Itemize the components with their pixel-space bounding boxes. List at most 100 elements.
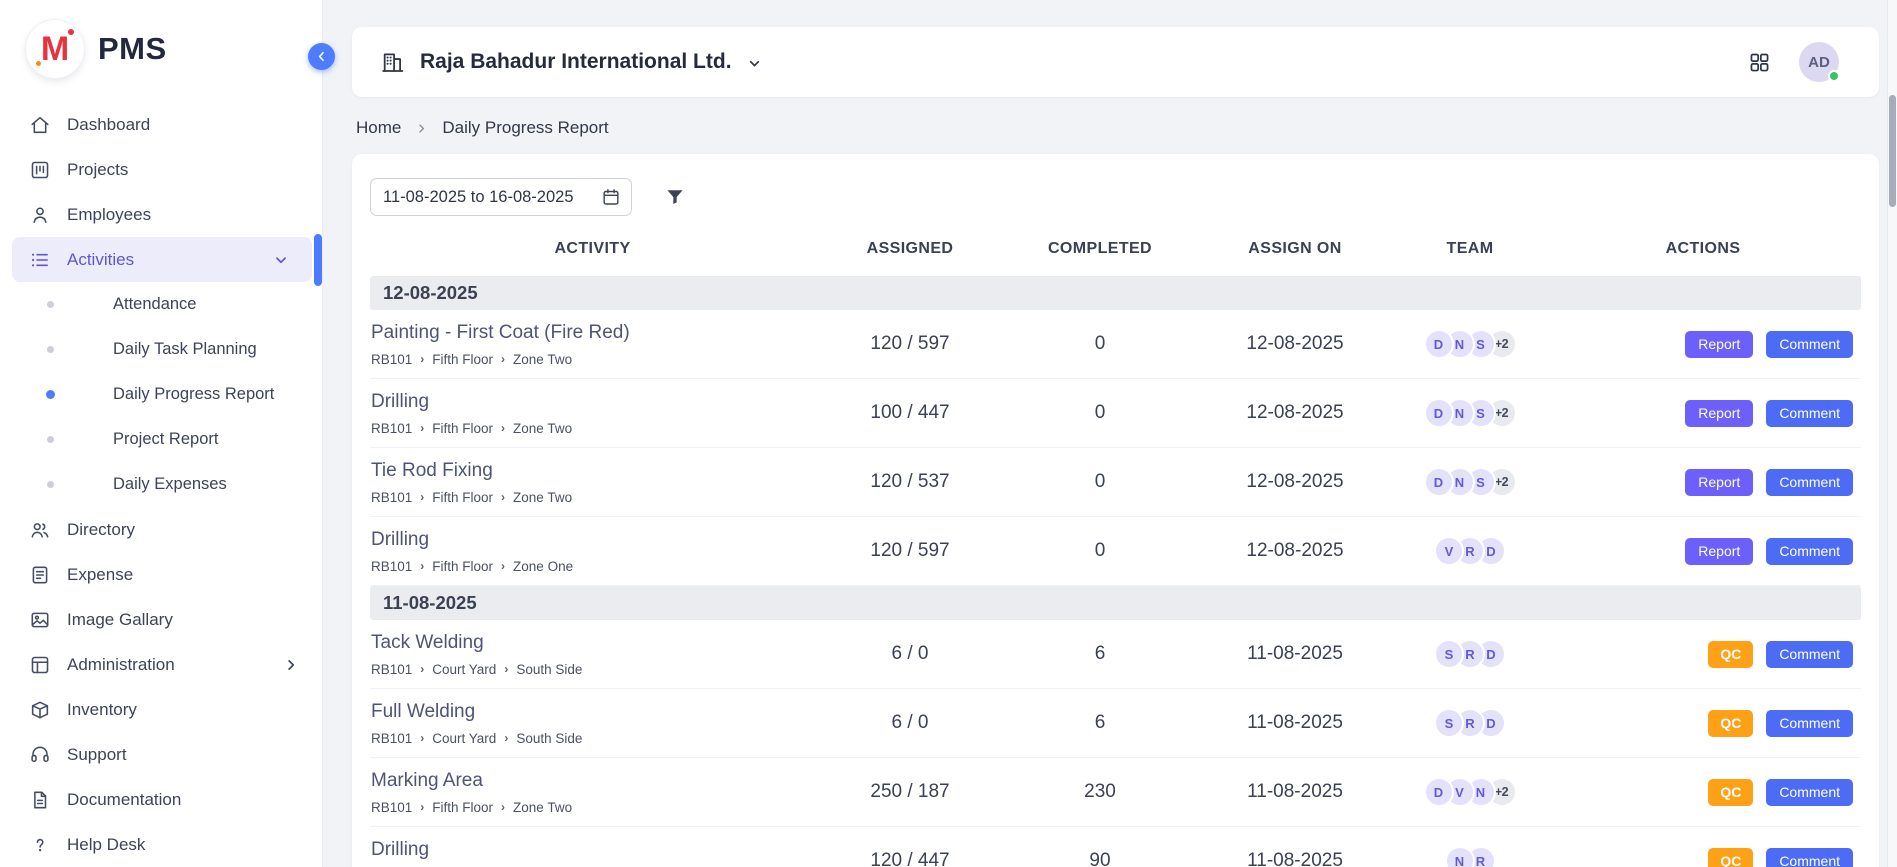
chevron-right-icon: ›: [420, 491, 424, 503]
qc-button[interactable]: QC: [1708, 779, 1753, 806]
team-avatar: N: [1445, 846, 1475, 867]
sidebar-item-expense[interactable]: Expense: [0, 552, 322, 597]
table-header: ACTIVITYASSIGNEDCOMPLETEDASSIGN ONTEAMAC…: [370, 232, 1861, 276]
scrollbar-thumb[interactable]: [1889, 95, 1896, 207]
sidebar-item-employees[interactable]: Employees: [0, 192, 322, 237]
row-actions: Report Comment: [1545, 538, 1861, 565]
location-path-part: RB101: [371, 559, 412, 574]
group-date-row: 12-08-2025: [370, 276, 1861, 310]
activity-location-path: RB101›Court Yard›South Side: [371, 731, 805, 746]
qc-button[interactable]: QC: [1708, 848, 1753, 867]
vertical-scrollbar[interactable]: [1887, 0, 1897, 867]
chevron-right-icon: ›: [420, 422, 424, 434]
qc-button[interactable]: QC: [1708, 710, 1753, 737]
chevron-right-icon: ›: [504, 663, 508, 675]
table-row: Full WeldingRB101›Court Yard›South Side6…: [370, 689, 1861, 758]
chevron-right-icon: [282, 656, 300, 674]
activity-location-path: RB101›Fifth Floor›Zone Two: [371, 352, 805, 367]
qc-button[interactable]: QC: [1708, 641, 1753, 668]
row-actions: QC Comment: [1545, 641, 1861, 668]
sidebar-subitem-daily-task-planning[interactable]: Daily Task Planning: [0, 327, 322, 372]
sidebar-item-inventory[interactable]: Inventory: [0, 687, 322, 732]
sidebar-item-activities[interactable]: Activities: [12, 237, 312, 282]
table-body: 12-08-2025Painting - First Coat (Fire Re…: [370, 276, 1861, 867]
sidebar-item-help-desk[interactable]: Help Desk: [0, 822, 322, 867]
table-row: Painting - First Coat (Fire Red)RB101›Fi…: [370, 310, 1861, 379]
activity-location-path: RB101›Fifth Floor›Zone Two: [371, 800, 805, 815]
chevron-down-icon: [272, 251, 290, 269]
location-path-part: RB101: [371, 662, 412, 677]
report-button[interactable]: Report: [1685, 538, 1753, 565]
location-path-part: Court Yard: [432, 662, 496, 677]
table-row: Tie Rod FixingRB101›Fifth Floor›Zone Two…: [370, 448, 1861, 517]
company-selector[interactable]: Raja Bahadur International Ltd.: [420, 50, 764, 74]
filter-icon[interactable]: [664, 186, 686, 208]
comment-button[interactable]: Comment: [1766, 469, 1853, 496]
comment-button[interactable]: Comment: [1766, 331, 1853, 358]
date-range-input[interactable]: 11-08-2025 to 16-08-2025: [370, 178, 632, 216]
breadcrumb-item[interactable]: Daily Progress Report: [442, 118, 608, 138]
assigned-value: 120 / 597: [815, 333, 1005, 355]
breadcrumb-item[interactable]: Home: [356, 118, 401, 138]
sidebar-subitem-attendance[interactable]: Attendance: [0, 282, 322, 327]
comment-button[interactable]: Comment: [1766, 641, 1853, 668]
assigned-value: 100 / 447: [815, 402, 1005, 424]
chevron-right-icon: ›: [420, 663, 424, 675]
team-avatars: SRD: [1395, 708, 1545, 738]
location-path-part: Zone Two: [513, 800, 572, 815]
location-path-part: Court Yard: [432, 731, 496, 746]
sidebar-item-image-gallary[interactable]: Image Gallary: [0, 597, 322, 642]
report-button[interactable]: Report: [1685, 469, 1753, 496]
logo-letter: M: [41, 30, 69, 69]
row-actions: QC Comment: [1545, 779, 1861, 806]
brand-logo[interactable]: M PMS: [0, 0, 322, 92]
location-path-part: Fifth Floor: [432, 490, 493, 505]
sidebar-item-directory[interactable]: Directory: [0, 507, 322, 552]
sidebar-item-support[interactable]: Support: [0, 732, 322, 777]
comment-button[interactable]: Comment: [1766, 710, 1853, 737]
apps-grid-icon[interactable]: [1748, 51, 1771, 74]
sidebar-subitem-daily-expenses[interactable]: Daily Expenses: [0, 462, 322, 507]
report-button[interactable]: Report: [1685, 331, 1753, 358]
sidebar-subitem-label: Daily Progress Report: [113, 385, 274, 404]
content-card: 11-08-2025 to 16-08-2025 ACTIVITYASSIGNE…: [352, 154, 1879, 867]
comment-button[interactable]: Comment: [1766, 779, 1853, 806]
employees-icon: [29, 204, 51, 226]
building-icon: [380, 50, 405, 75]
column-header-completed: COMPLETED: [1005, 240, 1195, 258]
team-avatars: NR: [1395, 846, 1545, 867]
team-avatar: D: [1424, 398, 1454, 428]
sidebar-subitem-daily-progress-report[interactable]: Daily Progress Report: [0, 372, 322, 417]
topbar-right: AD: [1748, 42, 1839, 82]
comment-button[interactable]: Comment: [1766, 538, 1853, 565]
report-button[interactable]: Report: [1685, 400, 1753, 427]
location-path-part: RB101: [371, 731, 412, 746]
sidebar-item-documentation[interactable]: Documentation: [0, 777, 322, 822]
table-row: Marking AreaRB101›Fifth Floor›Zone Two25…: [370, 758, 1861, 827]
comment-button[interactable]: Comment: [1766, 400, 1853, 427]
app-name: PMS: [98, 31, 167, 67]
activity-title: Drilling: [371, 839, 805, 861]
comment-button[interactable]: Comment: [1766, 848, 1853, 867]
location-path-part: South Side: [516, 731, 582, 746]
location-path-part: Fifth Floor: [432, 559, 493, 574]
chevron-right-icon: ›: [501, 801, 505, 813]
user-avatar[interactable]: AD: [1799, 42, 1839, 82]
sidebar-item-dashboard[interactable]: Dashboard: [0, 102, 322, 147]
row-actions: Report Comment: [1545, 331, 1861, 358]
team-avatars: DVN+2: [1395, 777, 1545, 807]
completed-value: 6: [1005, 643, 1195, 665]
sidebar-item-administration[interactable]: Administration: [0, 642, 322, 687]
completed-value: 0: [1005, 402, 1195, 424]
sidebar-subitem-project-report[interactable]: Project Report: [0, 417, 322, 462]
chevron-left-icon: [314, 49, 329, 64]
sidebar: M PMS DashboardProjectsEmployeesActiviti…: [0, 0, 323, 867]
team-avatars: SRD: [1395, 639, 1545, 669]
assigned-value: 250 / 187: [815, 781, 1005, 803]
assign-on-value: 11-08-2025: [1195, 781, 1395, 803]
table-row: DrillingRB101›Fifth Floor›Zone Two120 / …: [370, 827, 1861, 867]
sidebar-item-projects[interactable]: Projects: [0, 147, 322, 192]
team-avatar: D: [1424, 329, 1454, 359]
sidebar-collapse-button[interactable]: [308, 43, 335, 70]
activity-location-path: RB101›Fifth Floor›Zone One: [371, 559, 805, 574]
